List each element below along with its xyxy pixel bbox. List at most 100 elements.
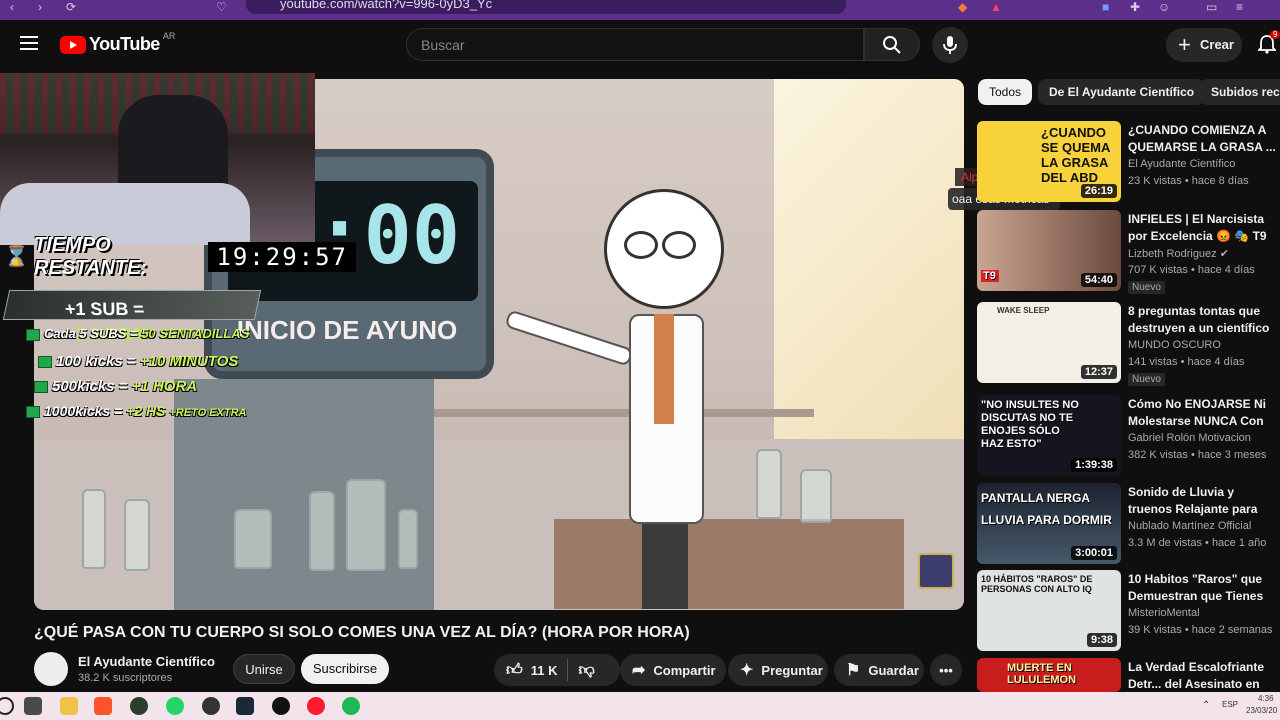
video-title[interactable]: Sonido de Lluvia y truenos Relajante par… bbox=[1128, 484, 1280, 518]
address-bar[interactable]: youtube.com/watch?v=996-0yD3_Yc bbox=[246, 0, 846, 14]
video-title[interactable]: INFIELES | El Narcisista por Excelencia … bbox=[1128, 211, 1280, 245]
language-indicator[interactable]: ESP bbox=[1222, 700, 1238, 709]
thumbnail[interactable]: WAKE SLEEP 12:37 bbox=[977, 302, 1121, 383]
hamburger-menu-icon[interactable] bbox=[20, 36, 38, 50]
video-title[interactable]: 8 preguntas tontas que destruyen a un ci… bbox=[1128, 303, 1280, 337]
timer-label: TIEMPO RESTANTE: bbox=[34, 234, 147, 279]
youtube-logo[interactable]: YouTube AR bbox=[60, 30, 176, 55]
promo-line-4: 1000kicks = +2 HS +RETO EXTRA bbox=[26, 403, 246, 419]
scientist-glasses bbox=[624, 231, 704, 259]
list-item[interactable]: PANTALLA NERGA LLUVIA PARA DORMIR 3:00:0… bbox=[977, 483, 1280, 567]
share-button[interactable]: ➦ Compartir bbox=[620, 654, 726, 686]
list-item[interactable]: WAKE SLEEP 12:37 8 preguntas tontas que … bbox=[977, 302, 1280, 386]
country-code: AR bbox=[162, 30, 176, 41]
duration-badge: 12:37 bbox=[1080, 365, 1117, 379]
channel-watermark[interactable] bbox=[918, 553, 954, 589]
channel-name[interactable]: Lizbeth Rodriguez ✔ bbox=[1128, 247, 1229, 260]
join-button[interactable]: Unirse bbox=[233, 654, 295, 684]
subscriber-count: 38.2 K suscriptores bbox=[78, 672, 173, 684]
notification-count-badge: 9 bbox=[1270, 30, 1280, 39]
reload-icon[interactable]: ⟳ bbox=[66, 0, 76, 14]
channel-avatar[interactable] bbox=[34, 652, 68, 686]
video-title[interactable]: ¿CUANDO COMIENZA A QUEMARSE LA GRASA ... bbox=[1128, 122, 1280, 156]
youtube-play-icon bbox=[60, 35, 86, 54]
spotify-icon[interactable] bbox=[342, 697, 360, 715]
like-count[interactable]: 11 K bbox=[531, 663, 558, 678]
voice-search-button[interactable] bbox=[932, 27, 968, 63]
file-explorer-icon[interactable] bbox=[60, 697, 78, 715]
ask-label: Preguntar bbox=[761, 662, 823, 678]
brave-shield-icon[interactable]: ◆ bbox=[958, 0, 967, 14]
opera-icon[interactable] bbox=[307, 697, 325, 715]
channel-name[interactable]: El Ayudante Científico bbox=[1128, 158, 1235, 170]
like-icon[interactable]: 👍︎ bbox=[506, 661, 523, 680]
bottle-5 bbox=[346, 479, 386, 571]
search-input[interactable]: Buscar bbox=[406, 28, 864, 61]
list-item[interactable]: T9 54:40 INFIELES | El Narcisista por Ex… bbox=[977, 210, 1280, 294]
duration-badge: 54:40 bbox=[1080, 273, 1117, 287]
promo-line-1: Cada 5 SUBS = 50 SENTADILLAS bbox=[26, 326, 249, 341]
video-title[interactable]: La Verdad Escalofriante Detr... del Ases… bbox=[1128, 659, 1280, 693]
channel-name[interactable]: Nublado Martínez Official bbox=[1128, 520, 1251, 532]
thumbnail[interactable]: MUERTE EN LULULEMON bbox=[977, 658, 1121, 692]
extension-icon[interactable]: ■ bbox=[1102, 0, 1109, 14]
app-icon[interactable] bbox=[130, 697, 148, 715]
bottle-4 bbox=[309, 491, 335, 571]
list-item[interactable]: "NO INSULTES NO DISCUTAS NO TE ENOJES SÓ… bbox=[977, 395, 1280, 479]
new-badge: Nuevo bbox=[1128, 373, 1165, 386]
save-button[interactable]: ⚑ Guardar bbox=[834, 654, 924, 686]
clock-date[interactable]: 23/03/20 bbox=[1246, 706, 1277, 715]
webcam-overlay bbox=[0, 73, 315, 245]
whatsapp-icon[interactable] bbox=[166, 697, 184, 715]
wallet-icon[interactable]: ▭ bbox=[1206, 0, 1217, 14]
chip-recent[interactable]: Subidos rec bbox=[1200, 79, 1280, 105]
channel-name[interactable]: El Ayudante Científico bbox=[78, 654, 215, 669]
task-view-icon[interactable] bbox=[24, 697, 42, 715]
channel-name[interactable]: MUNDO OSCURO bbox=[1128, 339, 1221, 351]
more-actions-button[interactable]: ••• bbox=[930, 654, 962, 686]
chip-all[interactable]: Todos bbox=[978, 79, 1033, 105]
notifications-button[interactable]: 9 bbox=[1256, 30, 1280, 59]
steam-icon[interactable] bbox=[236, 697, 254, 715]
brave-rewards-icon[interactable]: ▲ bbox=[990, 0, 1002, 14]
search-icon[interactable] bbox=[0, 697, 14, 715]
thumbnail[interactable]: 10 HÁBITOS "RAROS" DE PERSONAS CON ALTO … bbox=[977, 570, 1121, 651]
video-title[interactable]: 10 Habitos "Raros" que Demuestran que Ti… bbox=[1128, 571, 1280, 605]
timer-value: 19:29:57 bbox=[208, 242, 356, 272]
thumbnail[interactable]: "NO INSULTES NO DISCUTAS NO TE ENOJES SÓ… bbox=[977, 395, 1121, 476]
list-item[interactable]: ¿CUANDO SE QUEMA LA GRASA DEL ABD 26:19 … bbox=[977, 121, 1280, 205]
video-title[interactable]: Cómo No ENOJARSE Ni Molestarse NUNCA Con… bbox=[1128, 396, 1280, 430]
thumbnail[interactable]: T9 54:40 bbox=[977, 210, 1121, 291]
scientist-arm bbox=[504, 309, 634, 367]
back-icon[interactable]: ‹ bbox=[10, 0, 14, 14]
profile-icon[interactable]: ☺ bbox=[1158, 0, 1170, 14]
ask-button[interactable]: ✦ Preguntar bbox=[728, 654, 828, 686]
clock-time[interactable]: 4:36 bbox=[1258, 694, 1274, 703]
dislike-icon[interactable]: 👎︎ bbox=[578, 661, 594, 680]
thumbnail[interactable]: ¿CUANDO SE QUEMA LA GRASA DEL ABD 26:19 bbox=[977, 121, 1121, 202]
list-item[interactable]: MUERTE EN LULULEMON La Verdad Escalofria… bbox=[977, 658, 1280, 692]
obs-icon[interactable] bbox=[202, 697, 220, 715]
list-item[interactable]: 10 HÁBITOS "RAROS" DE PERSONAS CON ALTO … bbox=[977, 570, 1280, 654]
chevron-up-icon[interactable]: ⌃ bbox=[1202, 700, 1210, 711]
yt-header: YouTube AR Buscar + Crear 9 bbox=[0, 20, 1280, 70]
channel-name[interactable]: MisterioMental bbox=[1128, 607, 1200, 619]
epic-icon[interactable] bbox=[272, 697, 290, 715]
channel-name[interactable]: Gabriel Rolón Motivacion bbox=[1128, 432, 1251, 444]
video-title: ¿QUÉ PASA CON TU CUERPO SI SOLO COMES UN… bbox=[34, 624, 690, 641]
chip-channel[interactable]: De El Ayudante Científico bbox=[1038, 79, 1206, 105]
puzzle-icon[interactable]: ✚ bbox=[1130, 0, 1140, 14]
search-button[interactable] bbox=[864, 28, 920, 61]
brave-browser-icon[interactable] bbox=[94, 697, 112, 715]
bookmark-icon[interactable]: ♡ bbox=[216, 0, 227, 14]
plus-icon: + bbox=[1178, 32, 1191, 57]
forward-icon[interactable]: › bbox=[38, 0, 42, 14]
divider bbox=[567, 659, 569, 681]
money-icon bbox=[26, 406, 40, 419]
thumbnail[interactable]: PANTALLA NERGA LLUVIA PARA DORMIR 3:00:0… bbox=[977, 483, 1121, 564]
create-button[interactable]: + Crear bbox=[1166, 28, 1242, 62]
subscribe-button[interactable]: Suscribirse bbox=[301, 654, 389, 684]
share-label: Compartir bbox=[653, 662, 716, 678]
filter-chips: Todos De El Ayudante Científico Subidos … bbox=[978, 79, 1280, 105]
menu-icon[interactable]: ≡ bbox=[1236, 0, 1243, 14]
